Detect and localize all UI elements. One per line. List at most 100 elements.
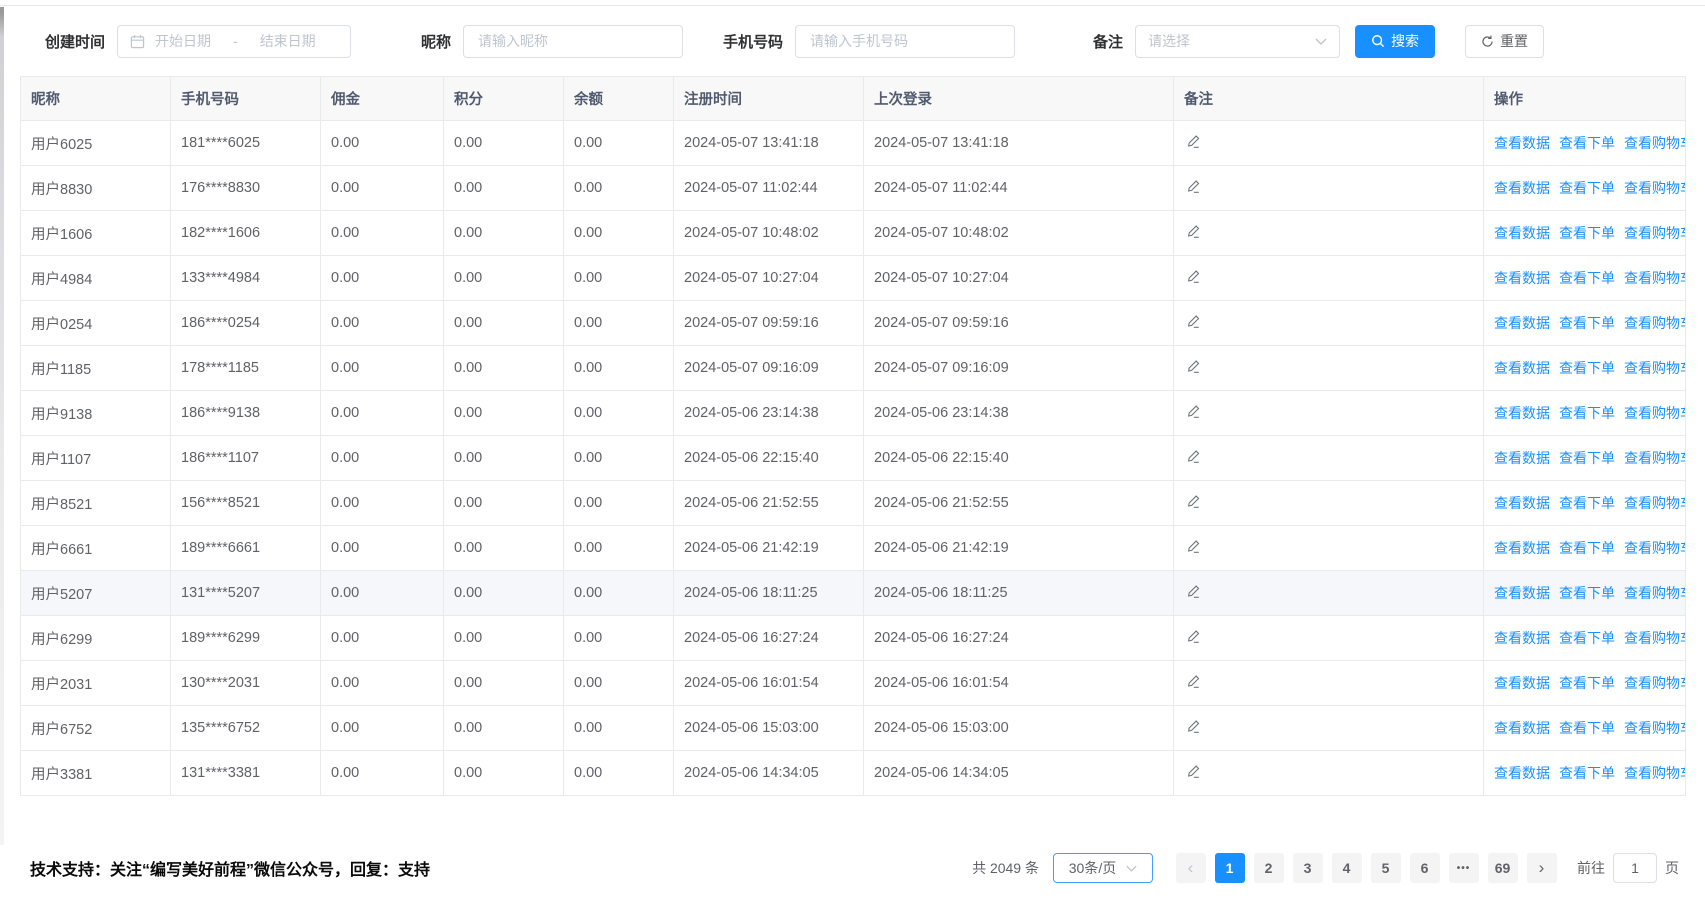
edit-remark-icon[interactable] — [1186, 134, 1201, 149]
balance-cell: 0.00 — [564, 301, 674, 346]
view-order-link[interactable]: 查看下单 — [1559, 270, 1615, 286]
view-order-link[interactable]: 查看下单 — [1559, 180, 1615, 196]
edit-remark-icon[interactable] — [1186, 269, 1201, 284]
page-button-3[interactable]: 3 — [1293, 853, 1323, 883]
page-button-4[interactable]: 4 — [1332, 853, 1362, 883]
page-button-5[interactable]: 5 — [1371, 853, 1401, 883]
view-data-link[interactable]: 查看数据 — [1494, 135, 1550, 151]
view-order-link[interactable]: 查看下单 — [1559, 630, 1615, 646]
page-button-6[interactable]: 6 — [1410, 853, 1440, 883]
view-cart-link[interactable]: 查看购物车 — [1624, 540, 1686, 556]
view-order-link[interactable]: 查看下单 — [1559, 585, 1615, 601]
goto-page-input[interactable] — [1613, 853, 1657, 883]
edit-remark-icon[interactable] — [1186, 629, 1201, 644]
edit-remark-icon[interactable] — [1186, 179, 1201, 194]
view-cart-link[interactable]: 查看购物车 — [1624, 270, 1686, 286]
view-order-link[interactable]: 查看下单 — [1559, 450, 1615, 466]
edit-remark-icon[interactable] — [1186, 449, 1201, 464]
nickname-cell: 用户1107 — [21, 436, 171, 481]
view-cart-link[interactable]: 查看购物车 — [1624, 405, 1686, 421]
view-cart-link[interactable]: 查看购物车 — [1624, 450, 1686, 466]
commission-cell: 0.00 — [321, 301, 444, 346]
view-data-link[interactable]: 查看数据 — [1494, 765, 1550, 781]
points-cell: 0.00 — [444, 751, 564, 796]
page-button-69[interactable]: 69 — [1488, 853, 1518, 883]
remark-filter: 备注 请选择 — [1093, 25, 1340, 58]
nickname-cell: 用户1606 — [21, 211, 171, 256]
view-order-link[interactable]: 查看下单 — [1559, 405, 1615, 421]
edit-remark-icon[interactable] — [1186, 584, 1201, 599]
view-data-link[interactable]: 查看数据 — [1494, 495, 1550, 511]
nickname-input[interactable] — [463, 25, 683, 58]
phone-cell: 178****1185 — [171, 346, 321, 391]
view-data-link[interactable]: 查看数据 — [1494, 450, 1550, 466]
view-data-link[interactable]: 查看数据 — [1494, 270, 1550, 286]
remark-select[interactable]: 请选择 — [1135, 25, 1340, 58]
edit-remark-icon[interactable] — [1186, 719, 1201, 734]
prev-page-button[interactable]: ‹ — [1176, 853, 1206, 883]
view-data-link[interactable]: 查看数据 — [1494, 225, 1550, 241]
view-order-link[interactable]: 查看下单 — [1559, 720, 1615, 736]
view-order-link[interactable]: 查看下单 — [1559, 540, 1615, 556]
view-order-link[interactable]: 查看下单 — [1559, 135, 1615, 151]
balance-cell: 0.00 — [564, 256, 674, 301]
points-cell: 0.00 — [444, 481, 564, 526]
view-cart-link[interactable]: 查看购物车 — [1624, 360, 1686, 376]
create-time-range-picker[interactable]: 开始日期 - 结束日期 — [117, 25, 351, 58]
balance-cell: 0.00 — [564, 706, 674, 751]
view-cart-link[interactable]: 查看购物车 — [1624, 225, 1686, 241]
view-cart-link[interactable]: 查看购物车 — [1624, 135, 1686, 151]
table-row: 用户6025181****60250.000.000.002024-05-07 … — [21, 121, 1686, 166]
register-time-cell: 2024-05-06 16:27:24 — [674, 616, 864, 661]
view-data-link[interactable]: 查看数据 — [1494, 180, 1550, 196]
edit-remark-icon[interactable] — [1186, 539, 1201, 554]
view-order-link[interactable]: 查看下单 — [1559, 675, 1615, 691]
column-header-nickname: 昵称 — [21, 77, 171, 121]
last-login-cell: 2024-05-07 10:27:04 — [864, 256, 1174, 301]
edit-remark-icon[interactable] — [1186, 404, 1201, 419]
edit-remark-icon[interactable] — [1186, 359, 1201, 374]
view-data-link[interactable]: 查看数据 — [1494, 585, 1550, 601]
edit-remark-icon[interactable] — [1186, 764, 1201, 779]
view-data-link[interactable]: 查看数据 — [1494, 405, 1550, 421]
view-data-link[interactable]: 查看数据 — [1494, 540, 1550, 556]
view-data-link[interactable]: 查看数据 — [1494, 360, 1550, 376]
remark-cell — [1174, 346, 1484, 391]
view-cart-link[interactable]: 查看购物车 — [1624, 585, 1686, 601]
view-order-link[interactable]: 查看下单 — [1559, 495, 1615, 511]
view-cart-link[interactable]: 查看购物车 — [1624, 315, 1686, 331]
phone-cell: 135****6752 — [171, 706, 321, 751]
view-data-link[interactable]: 查看数据 — [1494, 630, 1550, 646]
register-time-cell: 2024-05-07 13:41:18 — [674, 121, 864, 166]
view-order-link[interactable]: 查看下单 — [1559, 225, 1615, 241]
actions-cell: 查看数据查看下单查看购物车 — [1484, 121, 1686, 166]
reset-button[interactable]: 重置 — [1465, 25, 1544, 58]
column-header-register-time: 注册时间 — [674, 77, 864, 121]
search-icon — [1371, 34, 1385, 48]
page-button-2[interactable]: 2 — [1254, 853, 1284, 883]
view-cart-link[interactable]: 查看购物车 — [1624, 720, 1686, 736]
view-order-link[interactable]: 查看下单 — [1559, 360, 1615, 376]
page-button-1[interactable]: 1 — [1215, 853, 1245, 883]
view-data-link[interactable]: 查看数据 — [1494, 720, 1550, 736]
edit-remark-icon[interactable] — [1186, 314, 1201, 329]
view-cart-link[interactable]: 查看购物车 — [1624, 495, 1686, 511]
view-order-link[interactable]: 查看下单 — [1559, 765, 1615, 781]
edit-remark-icon[interactable] — [1186, 674, 1201, 689]
view-cart-link[interactable]: 查看购物车 — [1624, 630, 1686, 646]
actions-cell: 查看数据查看下单查看购物车 — [1484, 166, 1686, 211]
view-cart-link[interactable]: 查看购物车 — [1624, 180, 1686, 196]
table-row: 用户8830176****88300.000.000.002024-05-07 … — [21, 166, 1686, 211]
search-button[interactable]: 搜索 — [1355, 25, 1435, 58]
edit-remark-icon[interactable] — [1186, 224, 1201, 239]
view-data-link[interactable]: 查看数据 — [1494, 675, 1550, 691]
edit-remark-icon[interactable] — [1186, 494, 1201, 509]
phone-input[interactable] — [795, 25, 1015, 58]
more-pages-button[interactable]: ••• — [1449, 853, 1479, 883]
view-data-link[interactable]: 查看数据 — [1494, 315, 1550, 331]
page-size-select[interactable]: 30条/页 — [1053, 853, 1153, 883]
view-order-link[interactable]: 查看下单 — [1559, 315, 1615, 331]
next-page-button[interactable]: › — [1527, 853, 1557, 883]
view-cart-link[interactable]: 查看购物车 — [1624, 765, 1686, 781]
view-cart-link[interactable]: 查看购物车 — [1624, 675, 1686, 691]
